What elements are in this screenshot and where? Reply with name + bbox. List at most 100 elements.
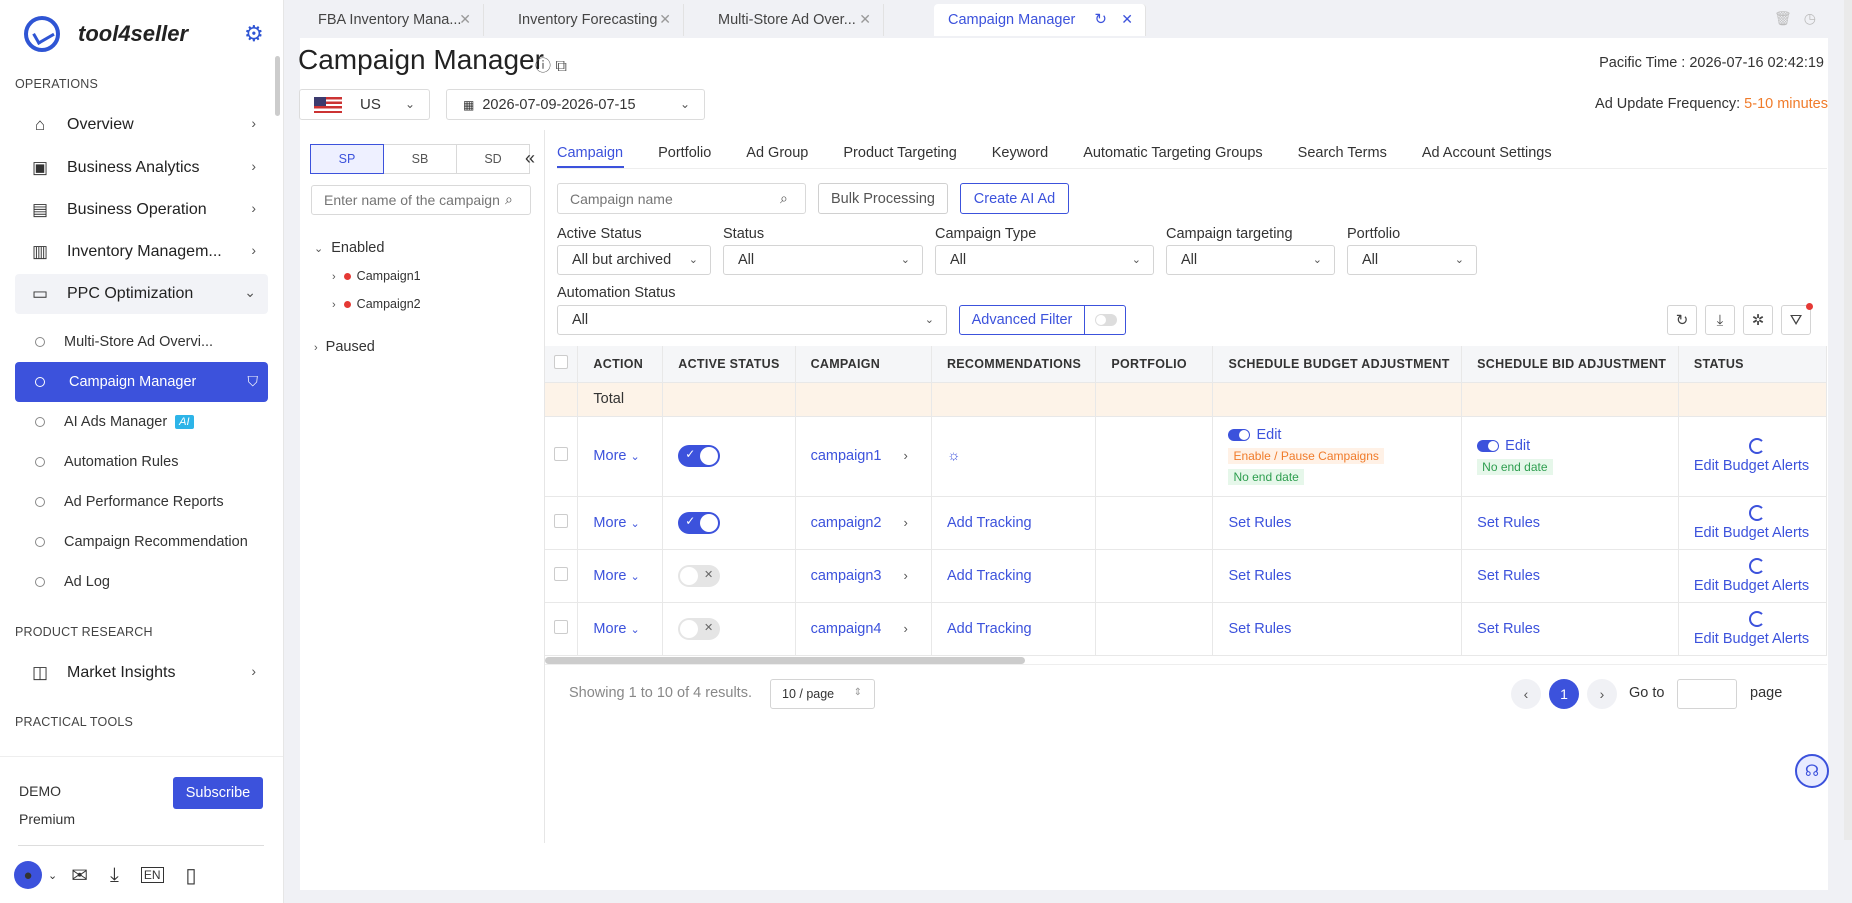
campaign-targeting-select[interactable]: All ⌄ (1166, 245, 1335, 275)
tree-node-campaign2[interactable]: › Campaign2 (332, 297, 421, 311)
lightbulb-icon[interactable]: ☼ (947, 448, 960, 464)
checkbox[interactable] (554, 619, 568, 634)
active-status-toggle[interactable] (678, 445, 721, 467)
edit-link[interactable]: Edit (1256, 427, 1281, 443)
active-status-toggle[interactable] (678, 564, 721, 587)
search-icon[interactable]: ⌕ (780, 190, 788, 207)
set-rules-link[interactable]: Set Rules (1477, 568, 1540, 584)
goto-page-input[interactable] (1677, 679, 1737, 709)
checkbox[interactable] (554, 513, 568, 528)
tab-keyword[interactable]: Keyword (992, 145, 1048, 161)
more-dropdown[interactable]: More ⌄ (577, 496, 664, 550)
advanced-filter-button[interactable]: Advanced Filter (960, 306, 1085, 334)
row-checkbox-cell[interactable] (545, 602, 579, 656)
set-rules-link[interactable]: Set Rules (1477, 515, 1540, 531)
prev-page-button[interactable]: ‹ (1511, 679, 1541, 709)
set-rules-link[interactable]: Set Rules (1477, 621, 1540, 637)
collapse-icon[interactable]: « (525, 148, 535, 169)
tab-ad-account-settings[interactable]: Ad Account Settings (1422, 145, 1552, 161)
search-icon[interactable]: ⌕ (505, 191, 513, 208)
tab-campaign[interactable]: Campaign (557, 145, 623, 161)
tab-ad-group[interactable]: Ad Group (746, 145, 808, 161)
sidebar-item-business-analytics[interactable]: ▣ Business Analytics › (15, 148, 268, 188)
create-ai-ad-button[interactable]: Create AI Ad (960, 183, 1069, 214)
tree-node-paused[interactable]: › Paused (314, 339, 375, 355)
brand[interactable]: tool4seller (24, 14, 188, 54)
sidebar-scrollbar[interactable] (275, 56, 280, 116)
segment-sp[interactable]: SP (310, 144, 384, 174)
chevron-right-icon[interactable]: › (904, 621, 908, 636)
edit-budget-alerts-link[interactable]: Edit Budget Alerts (1694, 631, 1826, 647)
set-rules-link[interactable]: Set Rules (1228, 568, 1291, 584)
set-rules-link[interactable]: Set Rules (1228, 621, 1291, 637)
sidebar-subitem-multi-store[interactable]: Multi-Store Ad Overvi... (15, 322, 268, 362)
tree-node-campaign1[interactable]: › Campaign1 (332, 269, 421, 283)
table-horizontal-scrollbar[interactable] (545, 657, 1025, 664)
status-select[interactable]: All ⌄ (723, 245, 923, 275)
support-chat-icon[interactable]: ☊ (1795, 754, 1829, 788)
download-icon[interactable]: ⤓ (110, 864, 119, 887)
mail-icon[interactable]: ✉ (71, 863, 88, 888)
sidebar-item-business-operation[interactable]: ▤ Business Operation › (15, 190, 268, 230)
download-icon[interactable]: ⤓ (1705, 305, 1735, 335)
advanced-filter-toggle[interactable] (1095, 314, 1117, 326)
tab-multi-store[interactable]: Multi-Store Ad Over... ✕ (684, 4, 884, 36)
sidebar-subitem-campaign-manager[interactable]: Campaign Manager ⛉ (15, 362, 268, 402)
advanced-filter[interactable]: Advanced Filter (959, 305, 1126, 335)
tab-campaign-manager[interactable]: Campaign Manager ↻ ✕ (934, 4, 1146, 36)
close-icon[interactable]: ✕ (1121, 11, 1133, 28)
tab-automatic-targeting[interactable]: Automatic Targeting Groups (1083, 145, 1262, 161)
page-number-button[interactable]: 1 (1549, 679, 1579, 709)
refresh-icon[interactable]: ↻ (1667, 305, 1697, 335)
refresh-icon[interactable]: ↻ (1094, 10, 1107, 28)
help-icon[interactable]: ⓘ ⧉ (535, 52, 567, 76)
tab-search-terms[interactable]: Search Terms (1298, 145, 1387, 161)
chevron-down-icon[interactable]: ⌄ (48, 869, 57, 882)
campaign-cell[interactable]: campaign4 › (795, 602, 932, 656)
close-icon[interactable]: ✕ (859, 11, 871, 28)
segment-sb[interactable]: SB (383, 144, 457, 174)
sidebar-subitem-ad-performance[interactable]: Ad Performance Reports (15, 482, 268, 522)
recommendations-cell[interactable]: ☼ (931, 416, 1097, 497)
campaign-cell[interactable]: campaign3 › (795, 549, 932, 603)
checkbox[interactable] (554, 355, 568, 370)
tree-node-enabled[interactable]: ⌄ Enabled (314, 240, 384, 256)
checkbox[interactable] (554, 566, 568, 581)
checkbox[interactable] (554, 447, 568, 461)
edit-budget-alerts-link[interactable]: Edit Budget Alerts (1694, 525, 1826, 541)
page-size-select[interactable]: 10 / page ⇕ (770, 679, 875, 709)
add-tracking-link[interactable]: Add Tracking (947, 515, 1032, 531)
sidebar-subitem-ad-log[interactable]: Ad Log (15, 562, 268, 602)
automation-status-select[interactable]: All ⌄ (557, 305, 947, 335)
schedule-budget-toggle[interactable] (1228, 429, 1251, 442)
active-status-select[interactable]: All but archived ⌄ (557, 245, 711, 275)
portfolio-select[interactable]: All ⌄ (1347, 245, 1477, 275)
set-rules-link[interactable]: Set Rules (1228, 515, 1291, 531)
segment-sd[interactable]: SD (456, 144, 530, 174)
select-all-checkbox[interactable] (545, 346, 579, 383)
campaign-link[interactable]: campaign2 (811, 515, 882, 531)
more-dropdown[interactable]: More ⌄ (577, 549, 664, 603)
more-dropdown[interactable]: More ⌄ (577, 416, 664, 497)
schedule-bid-toggle[interactable] (1477, 439, 1500, 452)
tab-fba-inventory[interactable]: FBA Inventory Mana... ✕ (284, 4, 484, 36)
row-checkbox-cell[interactable] (545, 416, 579, 497)
tab-tools[interactable]: 🗑◷ (1774, 10, 1828, 27)
mobile-icon[interactable]: ▯ (186, 863, 197, 888)
language-icon[interactable]: EN (140, 867, 164, 883)
next-page-button[interactable]: › (1587, 679, 1617, 709)
edit-budget-alerts-link[interactable]: Edit Budget Alerts (1694, 458, 1826, 474)
more-dropdown[interactable]: More ⌄ (577, 602, 664, 656)
close-icon[interactable]: ✕ (459, 11, 471, 28)
edit-budget-alerts-link[interactable]: Edit Budget Alerts (1694, 578, 1826, 594)
bookmark-icon[interactable]: ⛉ (248, 373, 259, 390)
col-portfolio[interactable]: PORTFOLIO (1095, 346, 1214, 383)
region-select[interactable]: US ⌄ (299, 89, 430, 120)
page-scrollbar[interactable] (1844, 0, 1852, 840)
active-status-toggle[interactable] (678, 511, 721, 534)
campaign-link[interactable]: campaign4 (811, 621, 882, 637)
chevron-right-icon[interactable]: › (904, 448, 908, 463)
tab-portfolio[interactable]: Portfolio (658, 145, 711, 161)
column-settings-icon[interactable]: ✲ (1743, 305, 1773, 335)
sidebar-item-inventory[interactable]: ▥ Inventory Managem... › (15, 232, 268, 272)
